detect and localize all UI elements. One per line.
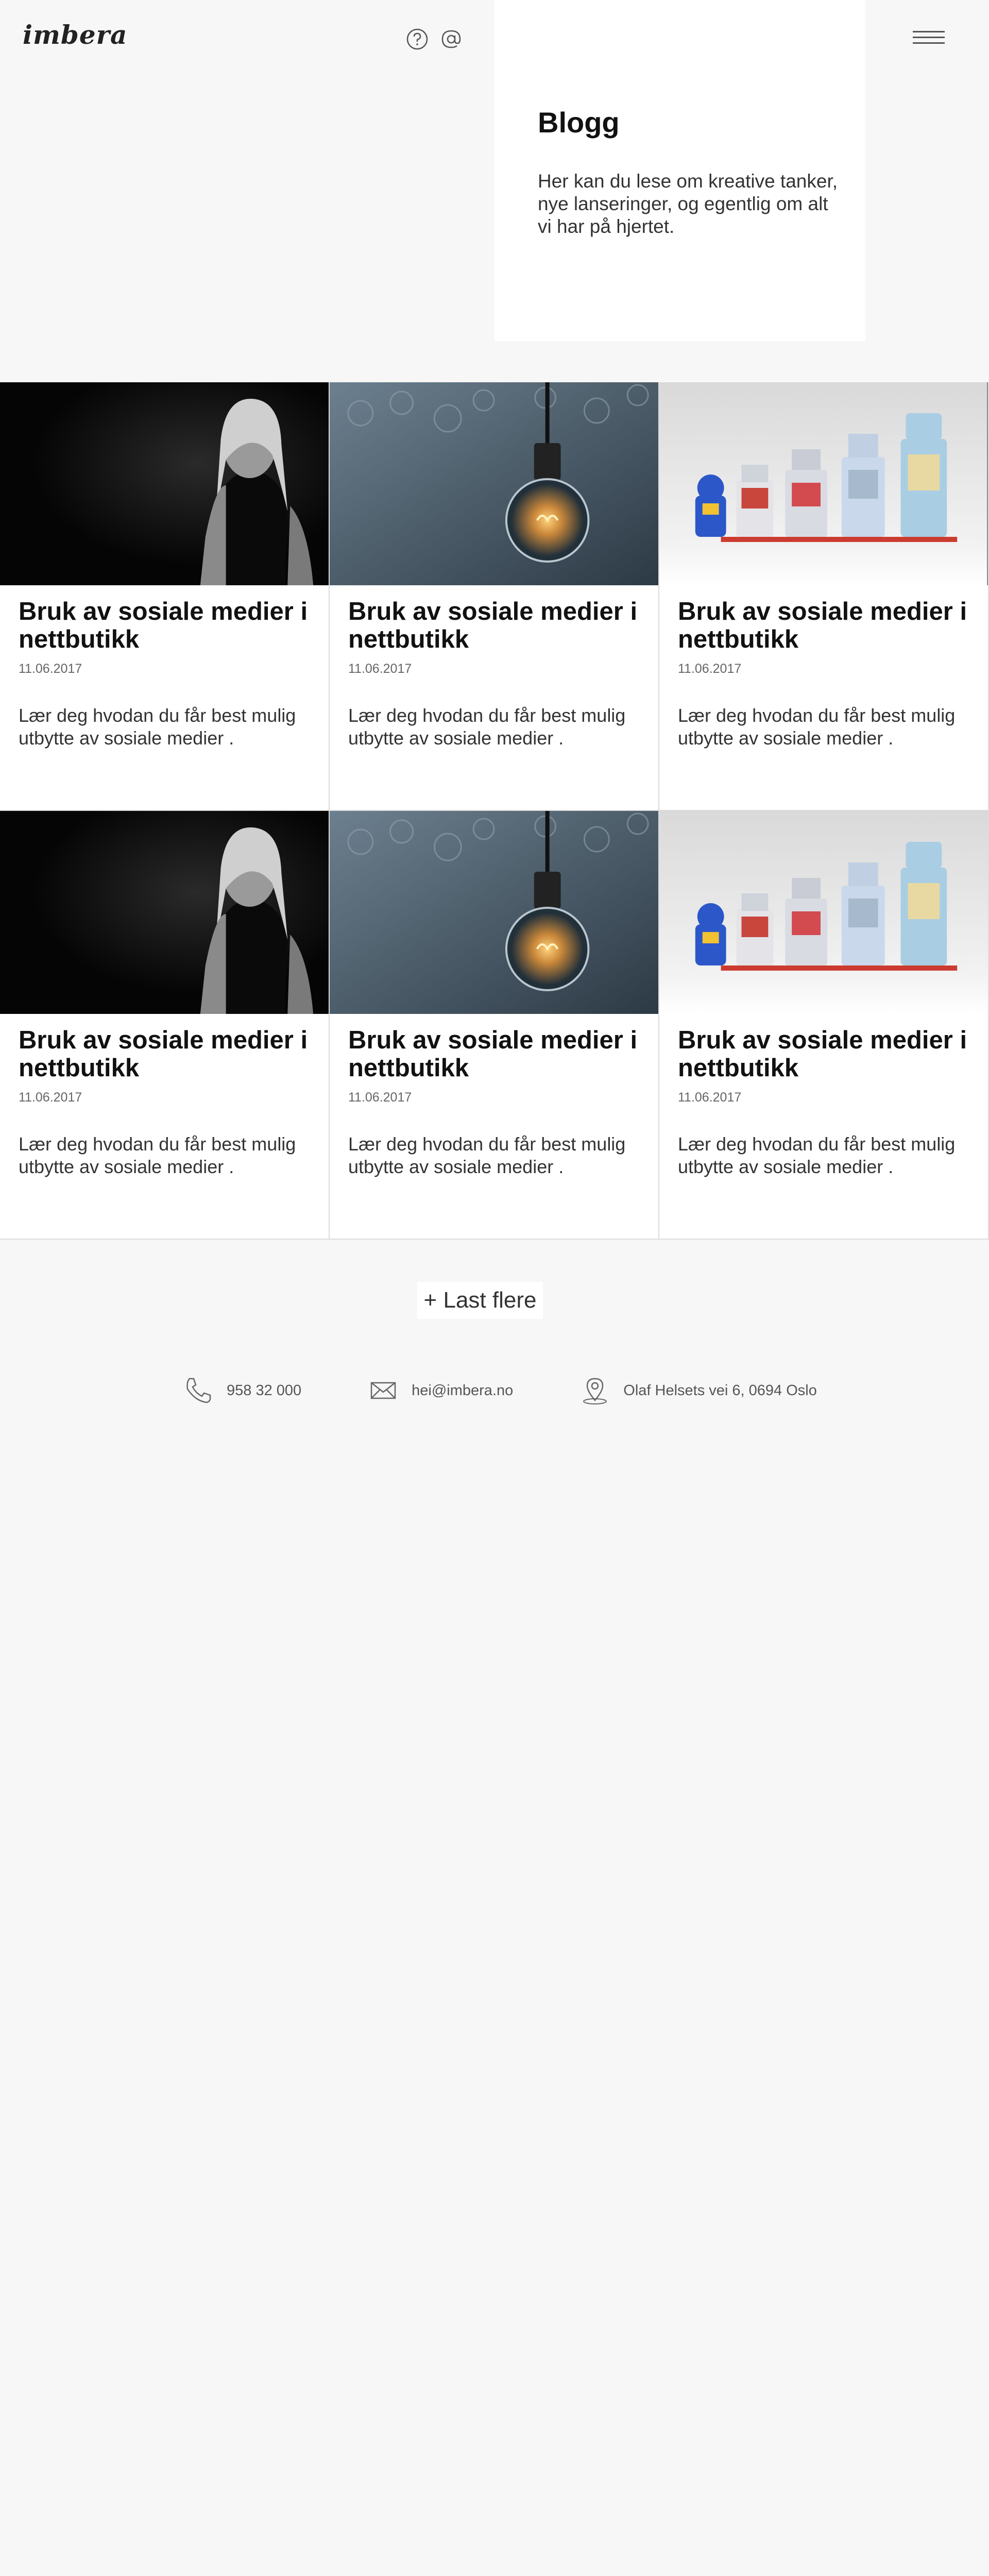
phone-number: 958 32 000 [227,1382,302,1399]
menu-bar [913,37,945,38]
help-circle-icon[interactable] [405,27,430,52]
blog-card[interactable]: Bruk av sosiale medier i nettbutikk 11.0… [0,811,330,1240]
card-date: 11.06.2017 [19,662,82,676]
map-pin-icon [583,1378,607,1404]
blog-card[interactable]: Bruk av sosiale medier i nettbutikk 11.0… [330,811,659,1240]
card-date: 11.06.2017 [678,662,742,676]
card-title[interactable]: Bruk av sosiale medier i nettbutikk [348,1026,640,1082]
intro-text: Her kan du lese om kreative tanker, nye … [538,171,838,237]
lightbulb-image [330,382,658,585]
card-title[interactable]: Bruk av sosiale medier i nettbutikk [678,1026,969,1082]
blog-card[interactable]: Bruk av sosiale medier i nettbutikk 11.0… [330,382,659,811]
toy-robots-image [659,811,988,1014]
menu-bar [913,42,945,44]
email-address: hei@imbera.no [412,1382,514,1399]
phone-icon [186,1378,211,1403]
card-excerpt: Lær deg hvodan du får best mulig utbytte… [19,705,296,749]
grid-row: Bruk av sosiale medier i nettbutikk 11.0… [0,382,989,811]
card-date: 11.06.2017 [19,1090,82,1105]
card-date: 11.06.2017 [678,1090,742,1105]
intro-card: Blogg Her kan du lese om kreative tanker… [494,0,865,341]
contact-phone[interactable]: 958 32 000 [183,1376,301,1405]
blog-card[interactable]: Bruk av sosiale medier i nettbutikk 11.0… [659,382,989,811]
card-title[interactable]: Bruk av sosiale medier i nettbutikk [19,598,310,653]
card-excerpt: Lær deg hvodan du får best mulig utbytte… [678,705,956,749]
card-excerpt: Lær deg hvodan du får best mulig utbytte… [678,1133,956,1177]
grid-row: Bruk av sosiale medier i nettbutikk 11.0… [0,811,989,1240]
card-title[interactable]: Bruk av sosiale medier i nettbutikk [678,598,969,653]
card-title[interactable]: Bruk av sosiale medier i nettbutikk [348,598,640,653]
load-more-button[interactable]: + Last flere [417,1282,543,1319]
card-excerpt: Lær deg hvodan du får best mulig utbytte… [348,1133,626,1177]
blog-card[interactable]: Bruk av sosiale medier i nettbutikk 11.0… [659,811,989,1240]
woman-portrait-image [0,811,329,1014]
contact-address[interactable]: Olaf Helsets vei 6, 0694 Oslo [580,1376,817,1405]
contact-bar: 958 32 000 hei@imbera.no Olaf Helsets ve… [183,1376,884,1405]
hamburger-menu-icon[interactable] [913,27,945,53]
street-address: Olaf Helsets vei 6, 0694 Oslo [623,1382,817,1399]
card-title[interactable]: Bruk av sosiale medier i nettbutikk [19,1026,310,1082]
at-sign-icon[interactable] [439,27,464,52]
card-date: 11.06.2017 [348,662,412,676]
blog-grid: Bruk av sosiale medier i nettbutikk 11.0… [0,382,989,1240]
contact-email[interactable]: hei@imbera.no [368,1376,513,1405]
blog-card[interactable]: Bruk av sosiale medier i nettbutikk 11.0… [0,382,330,811]
card-excerpt: Lær deg hvodan du får best mulig utbytte… [348,705,626,749]
card-excerpt: Lær deg hvodan du får best mulig utbytte… [19,1133,296,1177]
toy-robots-image [659,382,988,585]
card-date: 11.06.2017 [348,1090,412,1105]
logo[interactable]: imbera [23,20,127,50]
menu-bar [913,31,945,32]
envelope-icon [370,1382,396,1399]
woman-portrait-image [0,382,329,585]
page-title: Blogg [538,106,620,139]
header-icons [405,27,464,52]
lightbulb-image [330,811,658,1014]
